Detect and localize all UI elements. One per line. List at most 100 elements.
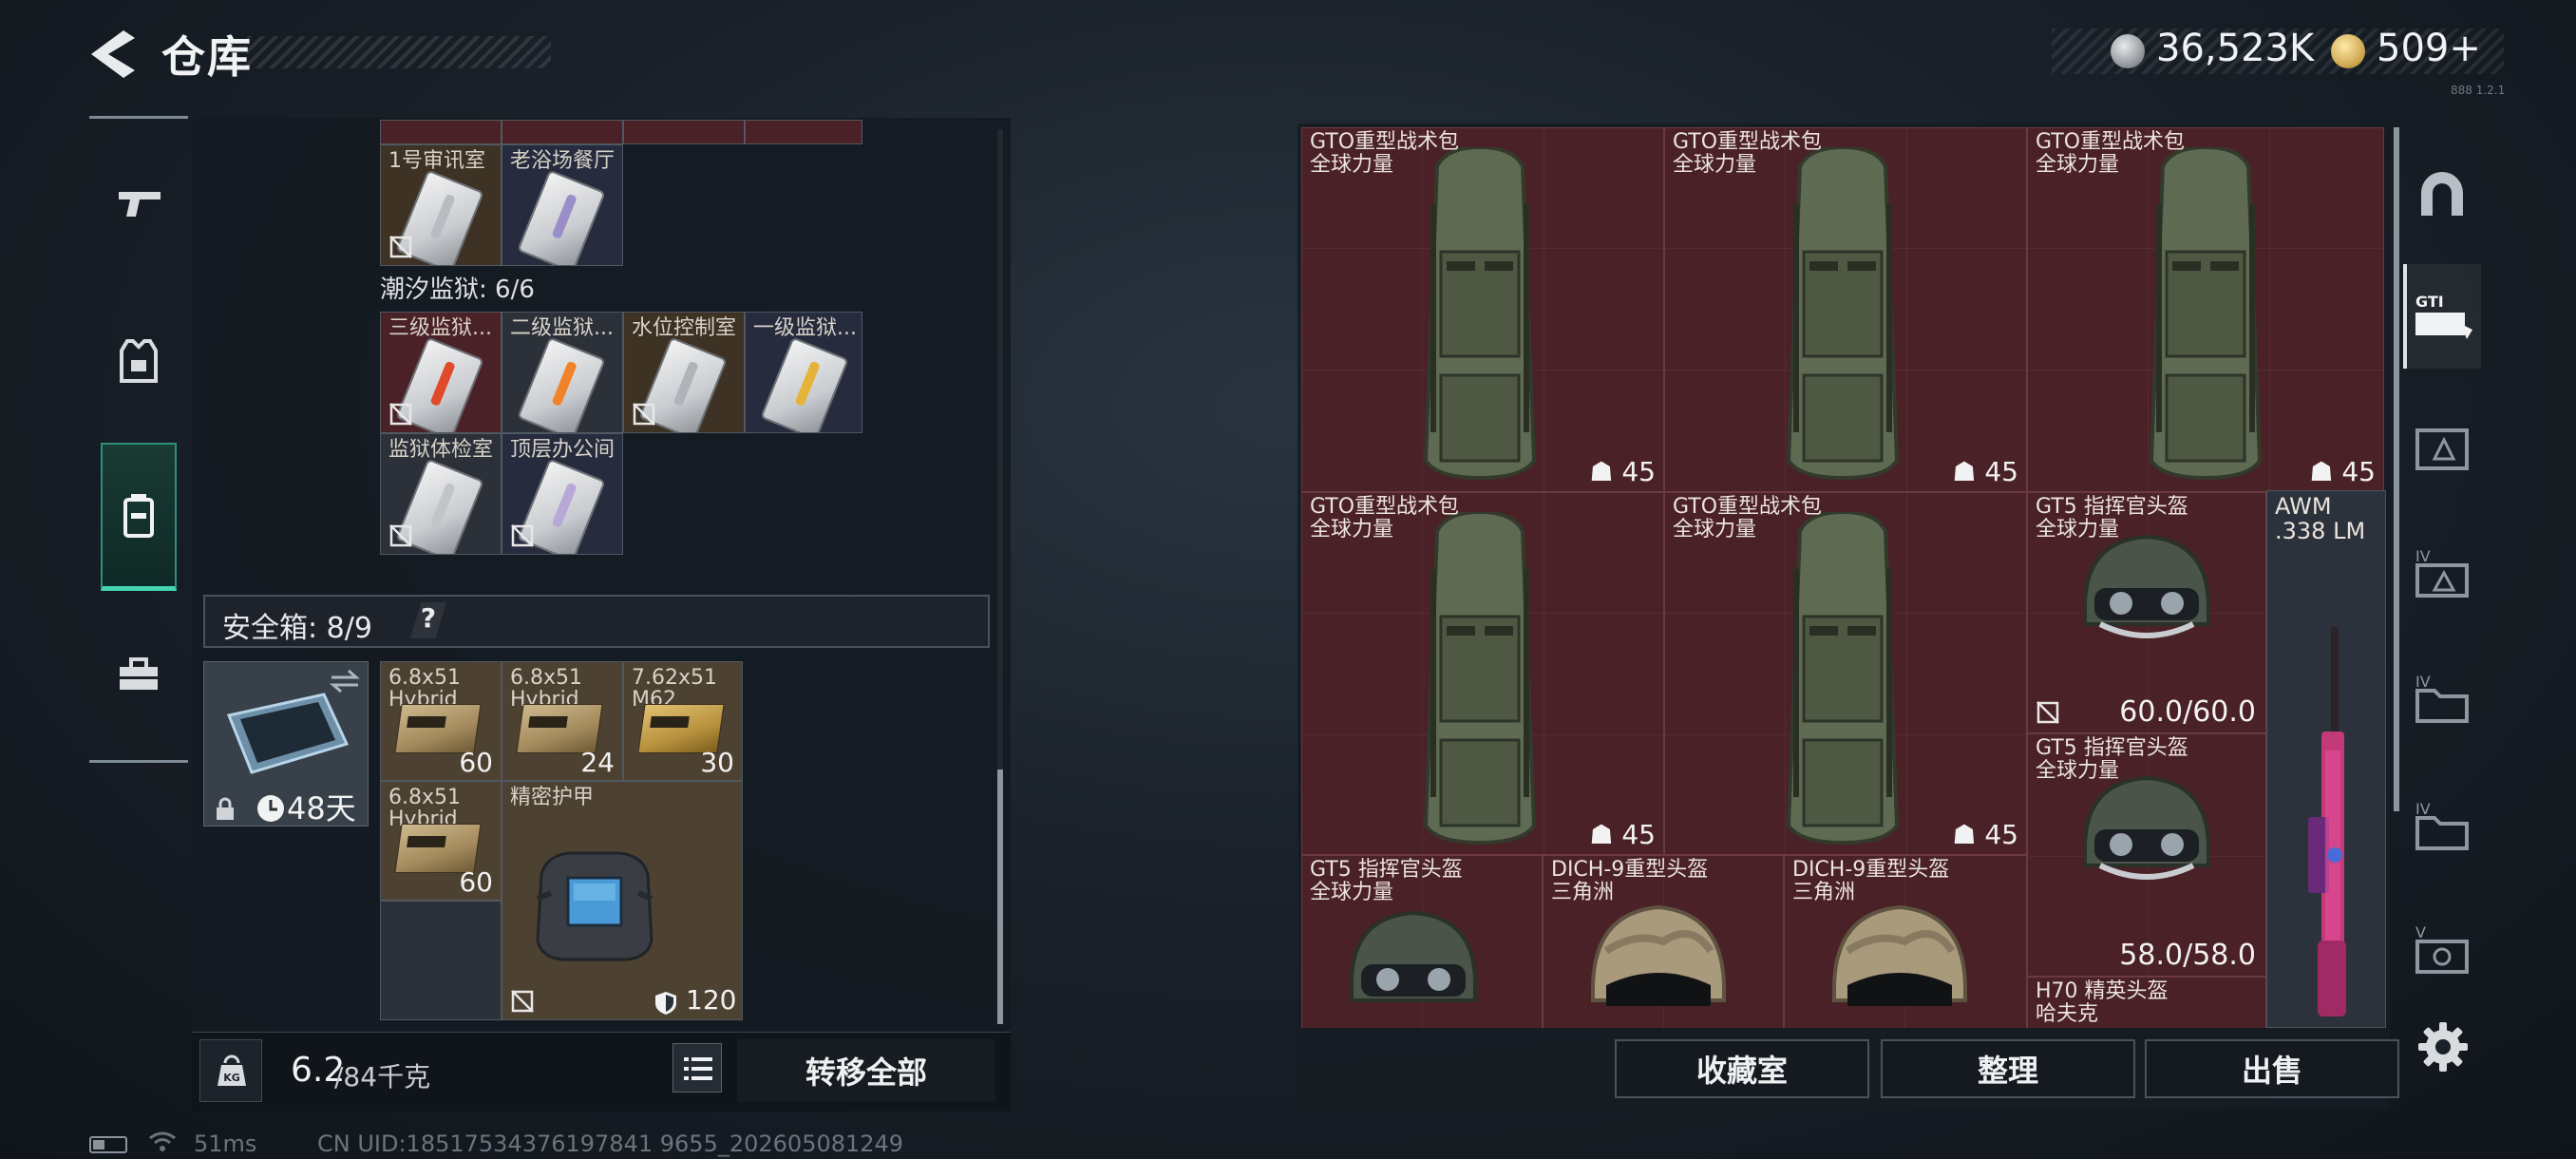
item-name: GTO重型战术包 — [1673, 495, 1823, 519]
tab-gti-container[interactable]: GTI — [2403, 264, 2481, 369]
ping-text: 51ms — [194, 1130, 257, 1157]
backpack-item[interactable]: GTO重型战术包 全球力量 ☗ 45 — [1301, 127, 1664, 492]
back-arrow-icon[interactable] — [84, 25, 142, 84]
item-subname: 哈夫克 — [2036, 1002, 2099, 1026]
tab-container-4[interactable]: IV — [2403, 521, 2481, 625]
helmet-item[interactable]: GT5 指挥官头盔 全球力量 58.0/58.0 — [2027, 733, 2266, 977]
empty-slot[interactable] — [380, 901, 502, 1020]
container-scrollbar[interactable] — [2394, 127, 2399, 811]
item-level-value: 45 — [1984, 456, 2018, 487]
ammo-item[interactable]: 6.8x51 Hybrid 60 — [380, 781, 502, 901]
item-subname: .338 LM — [2275, 518, 2366, 544]
backpack-item[interactable]: GTO重型战术包 全球力量 ☗ 45 — [1664, 492, 2027, 855]
settings-gear-icon[interactable] — [2416, 1020, 2470, 1074]
rail-bottom-divider — [89, 760, 188, 763]
item-subname: 全球力量 — [1673, 153, 1757, 177]
silver-currency-amount[interactable]: 36,523K — [2156, 27, 2314, 70]
weight-max: /84千克 — [334, 1061, 431, 1092]
item-durability: 60.0/60.0 — [2119, 695, 2256, 729]
item-level-value: 45 — [1984, 819, 2018, 850]
item-name: GT5 指挥官头盔 — [2036, 495, 2188, 519]
backpack-item[interactable]: GTO重型战术包 全球力量 ☗ 45 — [1301, 492, 1664, 855]
item-subname: 全球力量 — [1673, 518, 1757, 542]
tab-container-6[interactable]: IV — [2403, 773, 2481, 878]
helmet-icon — [2083, 534, 2210, 638]
helmet-icon — [2083, 775, 2210, 880]
title-decoration — [247, 36, 551, 68]
item-name: 水位控制室 — [632, 316, 737, 340]
rail-containers-tab[interactable] — [101, 443, 177, 591]
item-subname: 全球力量 — [2036, 153, 2120, 177]
no-trade-icon — [389, 236, 412, 258]
backpack-item[interactable]: GTO重型战术包 全球力量 ☗ 45 — [1664, 127, 2027, 492]
armor-vest-icon — [120, 339, 158, 383]
version-text: 888 1.2.1 — [2451, 84, 2506, 97]
swap-icon — [330, 669, 360, 694]
sniper-rifle-icon — [2308, 627, 2346, 1016]
item-name: AWM — [2275, 493, 2332, 520]
rail-weapons-tab[interactable] — [99, 163, 179, 243]
helmet-item[interactable]: DICH-9重型头盔 三角洲 — [1784, 855, 2027, 1028]
key-card-icon — [517, 336, 606, 432]
svg-text:KG: KG — [223, 1072, 240, 1084]
storage-cell-partial[interactable] — [745, 120, 862, 144]
list-view-button[interactable] — [672, 1043, 722, 1092]
item-level: ☗ 45 — [1589, 456, 1656, 487]
helmet-item[interactable]: H70 精英头盔 哈夫克 — [2027, 977, 2266, 1028]
pistol-icon — [119, 192, 161, 217]
svg-text:IV: IV — [2415, 673, 2431, 691]
storage-cell-partial[interactable] — [380, 120, 502, 144]
transfer-all-button[interactable]: 转移全部 — [737, 1039, 995, 1102]
key-card-item[interactable]: 老浴场餐厅 — [502, 144, 623, 266]
clock-icon — [257, 795, 284, 822]
helmet-item[interactable]: GT5 指挥官头盔 全球力量 60.0/60.0 — [2027, 492, 2266, 733]
safe-box-timer: 48天 — [287, 790, 356, 826]
backpack-icon — [2149, 147, 2263, 480]
key-card-item[interactable]: 顶层办公间 — [502, 433, 623, 555]
backpack-item[interactable]: GTO重型战术包 全球力量 ☗ 45 — [2027, 127, 2384, 492]
key-card-item[interactable]: 水位控制室 — [623, 312, 745, 433]
folder-tab-icon: IV — [2415, 800, 2469, 850]
key-card-item[interactable]: 1号审讯室 — [380, 144, 502, 266]
key-card-item[interactable]: 三级监狱... — [380, 312, 502, 433]
storage-cell-partial[interactable] — [623, 120, 745, 144]
armor-durability: 120 — [686, 984, 737, 1016]
crate-tab-icon: IV — [2415, 547, 2469, 598]
tab-safehouse[interactable] — [2403, 141, 2481, 245]
sell-button[interactable]: 出售 — [2145, 1039, 2399, 1098]
item-subname: 全球力量 — [2036, 759, 2120, 783]
tab-container-5[interactable]: IV — [2403, 646, 2481, 750]
crate-tab-icon — [2415, 428, 2469, 470]
key-card-item[interactable]: 二级监狱... — [502, 312, 623, 433]
item-subname: 三角洲 — [1792, 881, 1856, 904]
dome-icon — [2421, 172, 2463, 216]
tab-container-3[interactable] — [2403, 395, 2481, 500]
rail-items-tab[interactable] — [99, 635, 179, 714]
tab-container-7[interactable]: V — [2403, 897, 2481, 1001]
item-subname: 全球力量 — [1310, 153, 1394, 177]
helmet-item[interactable]: GT5 指挥官头盔 全球力量 — [1301, 855, 1543, 1028]
backpack-icon — [1786, 512, 1900, 845]
item-level: ☗ 45 — [1952, 819, 2018, 850]
collection-room-button[interactable]: 收藏室 — [1615, 1039, 1869, 1098]
precision-armor-icon — [536, 851, 653, 961]
item-subname: 全球力量 — [2036, 518, 2120, 542]
svg-text:IV: IV — [2415, 800, 2431, 818]
ammo-item[interactable]: 6.8x51 Hybrid 24 — [502, 661, 623, 781]
key-card-item[interactable]: 监狱体检室 — [380, 433, 502, 555]
ammo-item[interactable]: 7.62x51 M62 30 — [623, 661, 743, 781]
helmet-item[interactable]: DICH-9重型头盔 三角洲 — [1543, 855, 1784, 1028]
gold-currency-amount[interactable]: 509+ — [2377, 27, 2481, 70]
item-subname: 三角洲 — [1551, 881, 1615, 904]
sort-button[interactable]: 整理 — [1881, 1039, 2135, 1098]
key-card-item[interactable]: 一级监狱... — [745, 312, 862, 433]
no-trade-icon — [2036, 701, 2059, 724]
storage-scrollbar-thumb[interactable] — [997, 770, 1003, 1024]
safe-case-icon — [226, 693, 350, 774]
backpack-icon — [1786, 147, 1900, 480]
key-card-icon — [760, 336, 849, 432]
ammo-item[interactable]: 6.8x51 Hybrid 60 — [380, 661, 502, 781]
rail-equipment-tab[interactable] — [99, 321, 179, 401]
storage-cell-partial[interactable] — [502, 120, 623, 144]
item-name: GTO重型战术包 — [1673, 130, 1823, 154]
